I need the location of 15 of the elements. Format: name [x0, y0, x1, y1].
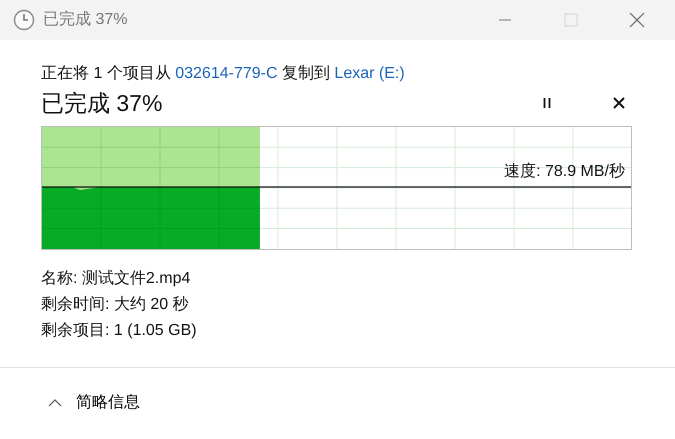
copy-description: 正在将 1 个项目从 032614-779-C 复制到 Lexar (E:) — [41, 64, 406, 84]
window-title: 已完成 37% — [43, 10, 128, 30]
detail-line: 名称: 测试文件2.mp4 — [41, 268, 192, 289]
source-link[interactable]: 032614-779-C — [175, 65, 278, 82]
details-toggle[interactable]: 简略信息 — [44, 386, 144, 418]
detail-line: 剩余时间: 大约 20 秒 — [41, 294, 190, 315]
minimize-icon — [498, 19, 512, 21]
close-icon — [613, 97, 625, 109]
destination-link[interactable]: Lexar (E:) — [334, 65, 405, 82]
speed-label: 速度: 78.9 MB/秒 — [504, 162, 625, 182]
clock-icon — [13, 9, 35, 31]
pause-icon — [542, 97, 552, 109]
close-icon — [629, 12, 645, 28]
progress-heading: 已完成 37% — [41, 89, 162, 118]
detail-line: 剩余项目: 1 (1.05 GB) — [41, 321, 198, 341]
